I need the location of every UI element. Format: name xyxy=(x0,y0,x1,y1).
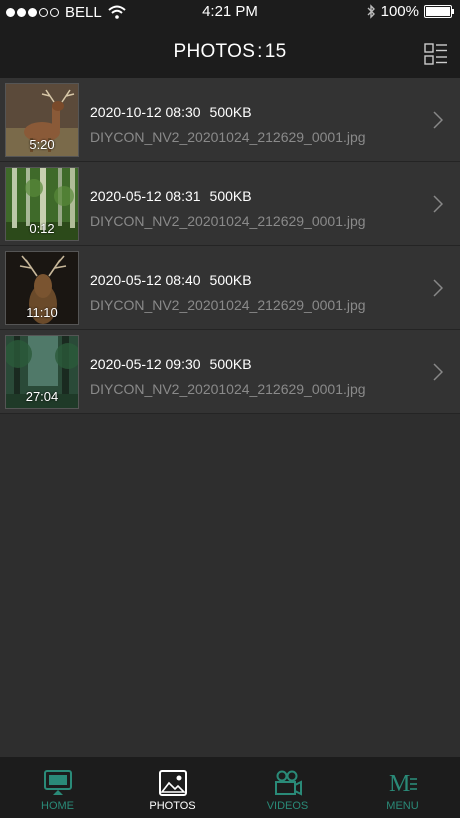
photo-timestamp: 2020-05-12 08:40 xyxy=(90,272,201,288)
svg-text:M: M xyxy=(389,771,410,797)
tab-menu-label: MENU xyxy=(386,800,419,812)
photo-list-item[interactable]: 5:20 2020-10-12 08:30 500KB DIYCON_NV2_20… xyxy=(0,78,460,162)
photo-filename: DIYCON_NV2_20201024_212629_0001.jpg xyxy=(90,381,366,397)
thumbnail-duration: 27:04 xyxy=(25,389,59,404)
page-title: PHOTOS:15 xyxy=(0,41,460,63)
thumbnail-duration: 5:20 xyxy=(29,137,55,152)
thumbnail-duration: 11:10 xyxy=(26,305,58,320)
bluetooth-icon xyxy=(367,4,375,19)
thumbnail-duration: 0:12 xyxy=(29,221,55,236)
tab-videos-label: VIDEOS xyxy=(266,800,309,812)
photos-icon xyxy=(159,770,187,796)
photo-list-item[interactable]: 27:04 2020-05-12 09:30 500KB DIYCON_NV2_2… xyxy=(0,330,460,414)
photo-thumbnail[interactable]: 11:10 xyxy=(5,251,79,325)
photo-size: 500KB xyxy=(209,272,252,288)
photo-timestamp: 2020-05-12 09:30 xyxy=(90,356,201,372)
chevron-right-icon xyxy=(433,111,443,129)
photo-filename: DIYCON_NV2_20201024_212629_0001.jpg xyxy=(90,297,366,313)
photo-size: 500KB xyxy=(209,188,252,204)
photo-timestamp: 2020-10-12 08:30 xyxy=(90,104,201,120)
tab-videos[interactable]: VIDEOS xyxy=(230,757,345,818)
photo-timestamp: 2020-05-12 08:31 xyxy=(90,188,201,204)
list-view-toggle-icon[interactable] xyxy=(424,42,448,66)
photo-filename: DIYCON_NV2_20201024_212629_0001.jpg xyxy=(90,129,366,145)
page-title-separator: : xyxy=(257,41,263,62)
photo-list-item[interactable]: 11:10 2020-05-12 08:40 500KB DIYCON_NV2_2… xyxy=(0,246,460,330)
photo-thumbnail[interactable]: 0:12 xyxy=(5,167,79,241)
battery-icon xyxy=(424,5,454,18)
home-monitor-icon xyxy=(44,770,72,795)
video-camera-icon xyxy=(275,770,302,796)
photo-filename: DIYCON_NV2_20201024_212629_0001.jpg xyxy=(90,213,366,229)
menu-icon: M xyxy=(389,771,417,797)
tab-photos[interactable]: PHOTOS xyxy=(115,757,230,818)
status-right: 100% xyxy=(366,3,454,20)
photo-meta: 2020-05-12 08:31 500KB xyxy=(90,188,252,204)
page-title-label: PHOTOS xyxy=(173,41,256,62)
photo-size: 500KB xyxy=(209,104,252,120)
tab-bar: HOME PHOTOS VIDEOS M MENU xyxy=(0,757,460,818)
chevron-right-icon xyxy=(433,279,443,297)
photo-meta: 2020-10-12 08:30 500KB xyxy=(90,104,252,120)
photo-meta: 2020-05-12 08:40 500KB xyxy=(90,272,252,288)
status-bar: BELL 4:21 PM 100% xyxy=(0,0,460,24)
page-title-count: 15 xyxy=(264,41,287,62)
photo-size: 500KB xyxy=(209,356,252,372)
photo-list: 5:20 2020-10-12 08:30 500KB DIYCON_NV2_20… xyxy=(0,78,460,414)
tab-menu[interactable]: M MENU xyxy=(345,757,460,818)
chevron-right-icon xyxy=(433,363,443,381)
nav-bar: PHOTOS:15 xyxy=(0,24,460,78)
tab-home-label: HOME xyxy=(41,800,74,812)
photo-list-item[interactable]: 0:12 2020-05-12 08:31 500KB DIYCON_NV2_20… xyxy=(0,162,460,246)
photo-meta: 2020-05-12 09:30 500KB xyxy=(90,356,252,372)
tab-photos-label: PHOTOS xyxy=(149,800,196,812)
tab-home[interactable]: HOME xyxy=(0,757,115,818)
battery-percent: 100% xyxy=(380,3,419,20)
photo-thumbnail[interactable]: 5:20 xyxy=(5,83,79,157)
chevron-right-icon xyxy=(433,195,443,213)
photo-thumbnail[interactable]: 27:04 xyxy=(5,335,79,409)
